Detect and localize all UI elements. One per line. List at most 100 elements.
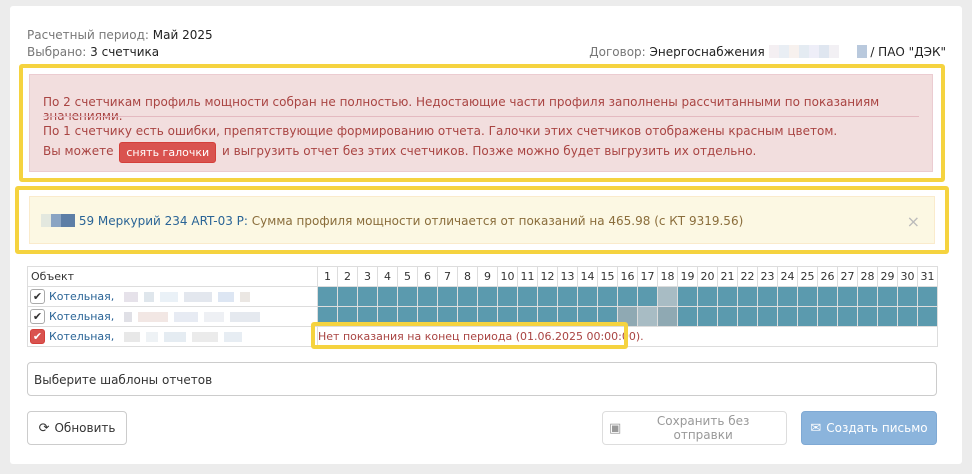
day-profile-cell	[857, 286, 878, 307]
selected-value: 3 счетчика	[90, 45, 160, 59]
day-profile-cell	[697, 306, 718, 327]
redacted-object-details	[118, 330, 242, 343]
day-profile-cell	[797, 306, 818, 327]
day-column-header: 26	[817, 266, 838, 287]
day-profile-cell	[457, 286, 478, 307]
day-profile-cell	[517, 286, 538, 307]
alert-profile-incomplete: По 2 счетчикам профиль мощности собран н…	[43, 95, 880, 123]
object-name-link[interactable]: Котельная,	[49, 310, 114, 323]
warning-text-line: 59 Меркурий 234 ART-03 P: Сумма профиля …	[41, 214, 743, 228]
period-label: Расчетный период:	[27, 28, 149, 42]
day-profile-cell	[637, 286, 658, 307]
save-without-sending-button[interactable]: ▣ Сохранить без отправки	[602, 411, 787, 445]
day-profile-cell	[357, 286, 378, 307]
day-column-header: 27	[837, 266, 858, 287]
day-column-header: 16	[617, 266, 638, 287]
day-profile-cell	[437, 286, 458, 307]
save-label: Сохранить без отправки	[656, 414, 750, 442]
day-profile-cell	[817, 306, 838, 327]
day-profile-cell	[857, 306, 878, 327]
day-profile-cell	[737, 306, 758, 327]
day-column-header: 31	[917, 266, 938, 287]
day-profile-cell	[417, 286, 438, 307]
object-column-header: Объект	[27, 266, 318, 287]
day-column-header: 24	[777, 266, 798, 287]
day-profile-cell	[737, 286, 758, 307]
contract-label: Договор:	[589, 45, 646, 59]
day-profile-cell	[717, 306, 738, 327]
meter-link[interactable]: 59 Меркурий 234 ART-03 P:	[79, 214, 248, 228]
refresh-label: Обновить	[54, 421, 116, 435]
create-letter-button[interactable]: ✉ Создать письмо	[801, 411, 937, 445]
day-column-header: 28	[857, 266, 878, 287]
day-profile-cell	[797, 286, 818, 307]
day-column-header: 19	[677, 266, 698, 287]
close-icon[interactable]: ×	[907, 212, 920, 231]
error-alert: По 2 счетчикам профиль мощности собран н…	[29, 74, 933, 172]
day-column-header: 12	[537, 266, 558, 287]
day-profile-cell	[677, 286, 698, 307]
refresh-button[interactable]: ⟳ Обновить	[27, 411, 127, 445]
object-name-link[interactable]: Котельная,	[49, 330, 114, 343]
day-column-header: 6	[417, 266, 438, 287]
contract-org: / ПАО "ДЭК"	[870, 45, 946, 59]
day-column-header: 5	[397, 266, 418, 287]
day-column-header: 25	[797, 266, 818, 287]
day-column-header: 22	[737, 266, 758, 287]
day-profile-cell	[917, 306, 938, 327]
day-column-header: 30	[897, 266, 918, 287]
day-profile-cell	[477, 286, 498, 307]
day-profile-cell	[917, 286, 938, 307]
table-row: ✔ Котельная,	[27, 286, 938, 307]
day-profile-cell	[537, 286, 558, 307]
day-column-header: 15	[597, 266, 618, 287]
day-profile-cell	[597, 286, 618, 307]
day-column-header: 2	[337, 266, 358, 287]
checkbox-checked[interactable]: ✔	[30, 309, 45, 324]
billing-period: Расчетный период: Май 2025	[27, 28, 213, 42]
day-profile-cell	[657, 306, 678, 327]
day-profile-cell	[617, 286, 638, 307]
report-template-select[interactable]: Выберите шаблоны отчетов	[27, 362, 937, 396]
day-profile-cell	[777, 286, 798, 307]
day-profile-cell	[757, 306, 778, 327]
selected-count: Выбрано: 3 счетчика	[27, 45, 159, 59]
day-column-header: 20	[697, 266, 718, 287]
uncheck-button[interactable]: снять галочки	[119, 142, 217, 163]
checkbox-error[interactable]: ✔	[30, 329, 45, 344]
day-profile-cell	[337, 286, 358, 307]
day-column-header: 4	[377, 266, 398, 287]
selected-label: Выбрано:	[27, 45, 87, 59]
object-cell: ✔ Котельная,	[27, 306, 318, 327]
day-column-header: 14	[577, 266, 598, 287]
day-column-header: 9	[477, 266, 498, 287]
object-name-link[interactable]: Котельная,	[49, 290, 114, 303]
day-profile-cell	[897, 306, 918, 327]
redacted-object-details	[118, 290, 250, 303]
day-profile-cell	[757, 286, 778, 307]
checkbox-checked[interactable]: ✔	[30, 289, 45, 304]
day-profile-cell	[877, 286, 898, 307]
redacted-meter-id	[41, 214, 75, 228]
day-column-header: 29	[877, 266, 898, 287]
day-profile-cell	[637, 306, 658, 327]
day-column-header: 13	[557, 266, 578, 287]
alert-action-suffix: и выгрузить отчет без этих счетчиков. По…	[221, 144, 757, 158]
floppy-disk-icon: ▣	[609, 420, 622, 436]
alert-action-line: Вы можете снять галочки и выгрузить отче…	[43, 142, 756, 163]
day-profile-cell	[557, 286, 578, 307]
day-column-header: 17	[637, 266, 658, 287]
day-profile-cell	[577, 286, 598, 307]
warning-message: Сумма профиля мощности отличается от пок…	[251, 214, 744, 228]
day-column-header: 1	[317, 266, 338, 287]
contract-value: Энергоснабжения	[649, 45, 765, 59]
day-column-header: 8	[457, 266, 478, 287]
redacted-object-details	[118, 310, 260, 323]
create-label: Создать письмо	[826, 421, 928, 435]
day-column-header: 7	[437, 266, 458, 287]
day-column-header: 10	[497, 266, 518, 287]
day-profile-cell	[677, 306, 698, 327]
period-value: Май 2025	[152, 28, 213, 42]
day-profile-cell	[777, 306, 798, 327]
day-profile-cell	[697, 286, 718, 307]
